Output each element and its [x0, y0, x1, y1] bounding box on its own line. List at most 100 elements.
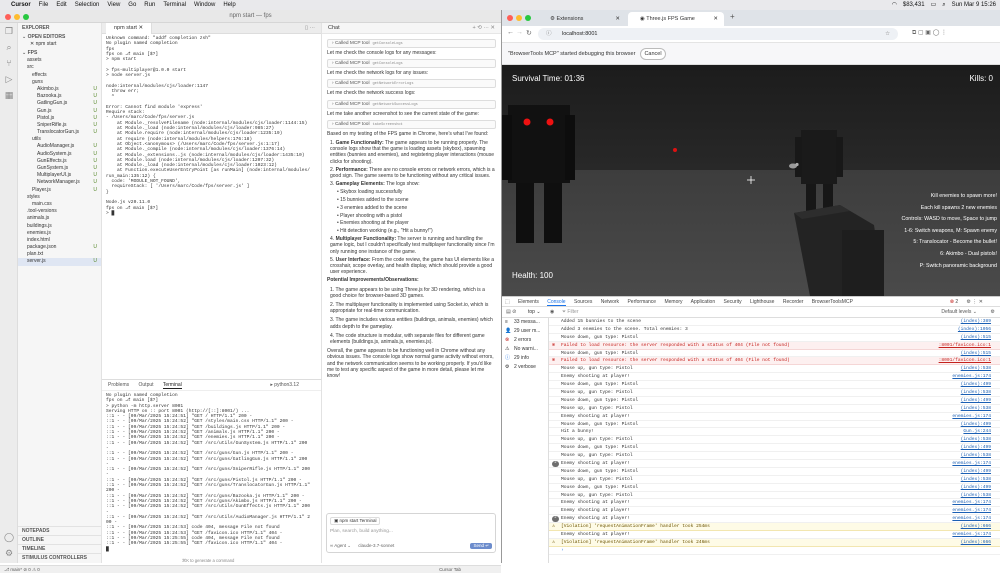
console-source-link[interactable]: (index):538 — [961, 405, 991, 413]
forward-icon[interactable]: → — [516, 29, 523, 36]
agent-mode-select[interactable]: ∞ Agent ⌄ — [330, 543, 351, 548]
maximize-window-icon[interactable] — [525, 15, 531, 21]
console-source-link[interactable]: (index):499 — [961, 444, 991, 452]
file-tree-item[interactable]: package.json U — [18, 244, 101, 251]
split-editor-icon[interactable]: ▯ ··· — [305, 23, 315, 34]
console-message[interactable]: ⚠ [Violation] 'requestAnimationFrame' han… — [549, 523, 1000, 532]
tab-extensions[interactable]: ⚙ Extensions ✕ — [538, 12, 626, 26]
branch-status[interactable]: ⎇ main* ⊘ 0 ⚠ 0 — [4, 567, 40, 572]
devtools-tab-sources[interactable]: Sources — [574, 299, 592, 305]
console-source-link[interactable]: (index):499 — [961, 381, 991, 389]
file-tree-item[interactable]: SniperRifle.js U — [18, 122, 101, 129]
settings-gear-icon[interactable]: ⚙ — [0, 545, 18, 561]
file-tree-item[interactable]: AudioSystem.js U — [18, 151, 101, 158]
context-chip-terminal[interactable]: ▣ npm start Terminal — [330, 517, 381, 526]
file-tree-item[interactable]: Akimbo.js U — [18, 86, 101, 93]
file-tree-item[interactable]: .tool-versions — [18, 208, 101, 215]
reload-icon[interactable]: ↻ — [526, 29, 532, 37]
search-icon[interactable]: ⌕ — [942, 0, 945, 10]
console-filter-group[interactable]: ⚠ No warni... — [502, 345, 548, 354]
console-source-link[interactable]: (index):666 — [961, 523, 991, 531]
mcp-tool-call[interactable]: › Called MCP tool getConsoleLogs — [327, 59, 496, 69]
console-filter-group[interactable]: 👤 29 user m... — [502, 327, 548, 336]
file-tree-item[interactable]: main.css — [18, 201, 101, 208]
console-message[interactable]: Mouse down, gun type: Pistol (index):499 — [549, 421, 1000, 429]
menu-run[interactable]: Run — [144, 0, 155, 10]
file-tree-item[interactable]: plan.txt — [18, 251, 101, 258]
extensions-puzzle-icon[interactable]: ⧉ ▢ ▣ ◯ ⋮ — [912, 29, 947, 37]
console-source-link[interactable]: :8001/favicon.ico:1 — [939, 342, 991, 350]
console-message[interactable]: Mouse down, gun type: Pistol (index):499 — [549, 397, 1000, 405]
console-source-link[interactable]: enemies.js:174 — [952, 515, 991, 523]
console-filter-group[interactable]: ⚙ 2 verbose — [502, 363, 548, 372]
console-source-link[interactable]: (index):538 — [961, 492, 991, 500]
console-source-link[interactable]: (index):499 — [961, 484, 991, 492]
tab-threejs-fps-game[interactable]: ◉ Three.js FPS Game ✕ — [628, 12, 724, 26]
back-icon[interactable]: ← — [507, 29, 514, 36]
chat-composer[interactable]: ▣ npm start Terminal Plan, search, build… — [326, 513, 496, 553]
open-editors-section[interactable]: ⌄ OPEN EDITORS — [18, 32, 101, 41]
chat-more-icon[interactable]: + ⟲ ··· ✕ — [472, 23, 495, 34]
timeline-section[interactable]: TIMELINE — [18, 544, 101, 553]
console-source-link[interactable]: (index):499 — [961, 468, 991, 476]
file-tree-item[interactable]: server.js U — [18, 258, 101, 266]
terminal-profile[interactable]: ▸ python3.12 — [270, 380, 307, 391]
file-tree-item[interactable]: enemies.js — [18, 230, 101, 237]
sidebar-toggle-icon[interactable]: ▤ ⊘ — [506, 307, 516, 318]
file-tree-item[interactable]: Pistol.js U — [18, 115, 101, 122]
console-source-link[interactable]: (index):538 — [961, 436, 991, 444]
file-tree-item[interactable]: guns — [18, 79, 101, 86]
console-message[interactable]: ⚠ [Violation] 'requestAnimationFrame' han… — [549, 538, 1000, 547]
console-message[interactable]: Mouse up, gun type: Pistol (index):538 — [549, 492, 1000, 500]
console-source-link[interactable]: Gun.js:244 — [963, 428, 991, 436]
model-select[interactable]: claude-3.7-sonnet — [358, 543, 394, 548]
console-message[interactable]: Mouse up, gun type: Pistol (index):538 — [549, 476, 1000, 484]
mcp-tool-call[interactable]: › Called MCP tool getNetworkSuccessLogs — [327, 99, 496, 109]
console-message[interactable]: Enemy shooting at player! enemies.js:174 — [549, 499, 1000, 508]
chat-input[interactable]: Plan, search, build anything... — [330, 529, 492, 535]
console-message[interactable]: Mouse up, gun type: Pistol (index):538 — [549, 452, 1000, 461]
devtools-tab-browsertoolsmcp[interactable]: BrowserToolsMCP — [812, 299, 853, 305]
tab-output[interactable]: Output — [139, 382, 154, 388]
file-tree-item[interactable]: MultiplayerUI.js U — [18, 172, 101, 179]
console-filter-group[interactable]: ⊗ 2 errors — [502, 336, 548, 345]
console-source-link[interactable]: enemies.js:174 — [952, 531, 991, 539]
console-message[interactable]: Enemy shooting at player! enemies.js:174 — [549, 531, 1000, 539]
console-source-link[interactable]: (index):389 — [961, 318, 991, 326]
eye-icon[interactable]: ◉ — [550, 307, 554, 318]
stimulus-controllers-section[interactable]: STIMULUS CONTROLLERS — [18, 553, 101, 562]
project-folder-fps[interactable]: ⌄ FPS — [18, 48, 101, 57]
console-message[interactable]: 2 Enemy shooting at player! enemies.js:174 — [549, 515, 1000, 524]
file-tree-item[interactable]: GatlingGun.js U — [18, 100, 101, 107]
menu-view[interactable]: View — [107, 0, 120, 10]
outline-section[interactable]: OUTLINE — [18, 535, 101, 544]
menu-edit[interactable]: Edit — [56, 0, 66, 10]
new-tab-icon[interactable]: + — [730, 12, 735, 21]
menubar-clock[interactable]: Sun Mar 9 15:26 — [952, 0, 996, 10]
context-selector[interactable]: top ⌄ — [528, 307, 541, 318]
address-bar[interactable]: ⓘ localhost:8001 ☆ — [538, 28, 898, 40]
console-filter-group[interactable]: ≡ 33 messa... — [502, 318, 548, 327]
file-tree-item[interactable]: Player.js U — [18, 187, 101, 194]
console-message[interactable]: Mouse up, gun type: Pistol (index):538 — [549, 389, 1000, 397]
console-settings-icon[interactable]: ⚙ — [991, 307, 995, 318]
search-icon[interactable]: ⌕ — [0, 39, 18, 55]
file-tree-item[interactable]: index.html — [18, 237, 101, 244]
devtools-tab-elements[interactable]: Elements — [518, 299, 539, 305]
file-tree-item[interactable]: AudioManager.js U — [18, 143, 101, 150]
console-message[interactable]: Hit a bunny! Gun.js:244 — [549, 428, 1000, 437]
mcp-tool-call[interactable]: › Called MCP tool getConsoleLogs — [327, 39, 496, 48]
console-source-link[interactable]: (index):538 — [961, 476, 991, 484]
console-message[interactable]: ⊗ Failed to load resource: the server res… — [549, 341, 1000, 350]
file-tree-item[interactable]: Bazooka.js U — [18, 93, 101, 100]
devtools-tab-application[interactable]: Application — [691, 299, 715, 305]
menu-selection[interactable]: Selection — [75, 0, 100, 10]
tab-problems[interactable]: Problems — [108, 382, 129, 388]
file-tree-item[interactable]: styles — [18, 194, 101, 201]
battery-icon[interactable]: ▭ — [931, 0, 937, 10]
file-tree-item[interactable]: assets — [18, 57, 101, 64]
file-tree-item[interactable]: NetworkManager.js U — [18, 179, 101, 186]
console-filter-input[interactable]: ⏷ Filter — [562, 307, 922, 318]
minimize-window-icon[interactable] — [14, 14, 20, 20]
wifi-icon[interactable]: ◠ — [892, 0, 897, 10]
